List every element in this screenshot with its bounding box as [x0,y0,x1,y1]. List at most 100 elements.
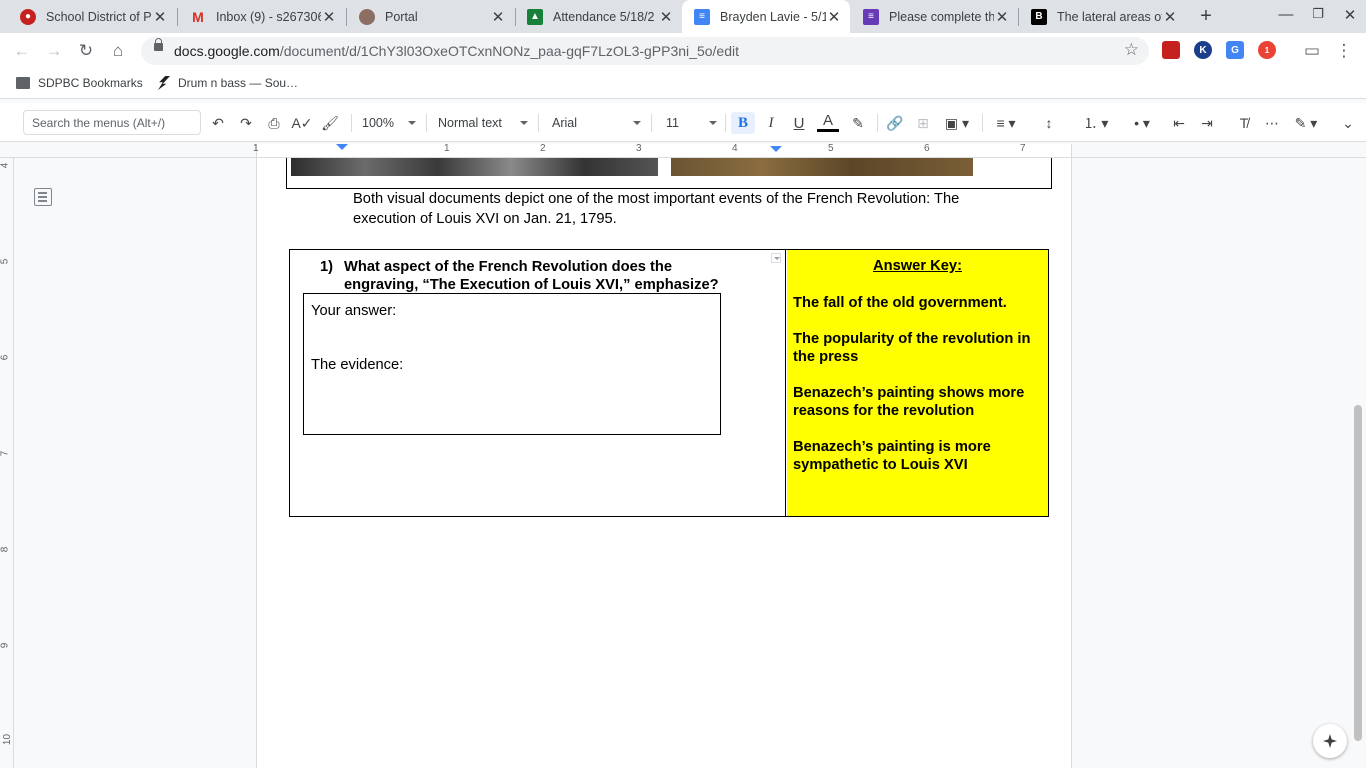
ruler-number: 3 [636,143,642,154]
book-extension-icon[interactable] [1162,41,1180,59]
home-icon[interactable]: ⌂ [107,40,129,62]
bookmark-sdpbc[interactable]: SDPBC Bookmarks [16,76,143,90]
restore-icon[interactable]: ❐ [1308,6,1328,22]
collapse-toolbar-icon[interactable]: ⌄ [1337,112,1359,134]
numbered-list-icon[interactable]: ⒈ ▾ [1078,112,1114,134]
right-indent-marker[interactable] [770,146,782,152]
search-menus-input[interactable]: Search the menus (Alt+/) [23,110,201,135]
tab-portal[interactable]: Portal ✕ [347,0,514,33]
tab-brayden-lavie[interactable]: ≡ Brayden Lavie - 5/1 ✕ [682,0,850,33]
bookmark-star-icon[interactable]: ☆ [1124,40,1139,60]
ruler-number: 4 [732,143,738,154]
document-page[interactable]: Both visual documents depict one of the … [256,158,1072,768]
question-text: 1) What aspect of the French Revolution … [320,258,750,294]
explore-button[interactable] [1313,724,1347,758]
bookmark-label: SDPBC Bookmarks [38,76,143,90]
gmail-icon: M [192,8,204,25]
tab-lateral-areas[interactable]: B The lateral areas of ✕ [1019,0,1186,33]
evidence-label: The evidence: [311,357,404,373]
answer-key-cell[interactable]: Answer Key: The fall of the old governme… [787,250,1048,516]
paragraph-style-select[interactable]: Normal text [438,112,528,134]
soundcloud-icon [158,76,170,90]
insert-link-icon[interactable]: 🔗 [884,112,906,134]
font-select[interactable]: Arial [552,112,641,134]
painting-image[interactable] [671,158,973,176]
ruler-number: 1 [444,143,450,154]
print-icon[interactable]: ⎙ [263,112,285,134]
answer-box[interactable]: Your answer: The evidence: [303,293,721,435]
paint-format-icon[interactable]: 🖌 [319,112,341,134]
bookmark-drum-n-bass[interactable]: Drum n bass — Sou… [158,76,298,90]
ruler-number: 10 [2,733,14,746]
close-icon[interactable]: ✕ [658,8,674,26]
chevron-down-icon [520,121,528,125]
clear-formatting-icon[interactable]: T̸ [1233,112,1255,134]
close-icon[interactable]: ✕ [826,8,842,26]
tab-title: Please complete th [889,9,994,24]
line-spacing-icon[interactable]: ↕ [1038,112,1060,134]
tab-school-district[interactable]: ● School District of P ✕ [8,0,176,33]
brainly-icon: B [1031,8,1047,25]
close-icon[interactable]: ✕ [994,8,1010,26]
spellcheck-icon[interactable]: A✓ [291,112,313,134]
font-size-select[interactable]: 11 [666,112,717,134]
address-bar[interactable]: docs.google.com/document/d/1ChY3l03OxeOT… [141,37,1149,65]
scrollbar-thumb[interactable] [1354,405,1362,741]
close-icon[interactable]: ✕ [490,8,506,26]
forward-icon[interactable]: → [43,40,65,62]
question-cell[interactable]: 1) What aspect of the French Revolution … [290,250,786,516]
underline-icon[interactable]: U [789,112,809,134]
text-color-icon[interactable]: A [817,112,839,132]
extension-icon[interactable]: 1 [1258,41,1276,59]
undo-icon[interactable]: ↶ [207,112,229,134]
kami-extension-icon[interactable]: K [1194,41,1212,59]
ruler-active-area [256,144,1072,157]
back-icon[interactable]: ← [11,40,33,62]
translate-extension-icon[interactable]: G [1226,41,1244,59]
more-icon[interactable]: ⋯ [1261,112,1283,134]
engraving-image[interactable] [291,158,658,176]
folder-icon [16,77,30,89]
toolbar-divider [651,114,652,132]
bold-icon[interactable]: B [731,112,755,134]
bulleted-list-icon[interactable]: • ▾ [1124,112,1160,134]
new-tab-icon[interactable]: + [1194,5,1218,29]
lock-icon[interactable] [154,38,163,51]
align-icon[interactable]: ≡ ▾ [990,112,1022,134]
document-outline-icon[interactable] [34,188,52,206]
reload-icon[interactable]: ↻ [75,40,97,62]
table-options-icon[interactable] [771,253,781,263]
close-icon[interactable]: ✕ [321,8,337,26]
close-icon[interactable]: ✕ [152,8,168,26]
menu-kebab-icon[interactable]: ⋮ [1333,40,1355,62]
editing-mode-icon[interactable]: ✎ ▾ [1289,112,1323,134]
indent-marker[interactable] [336,144,348,150]
vertical-ruler[interactable]: 4 5 6 7 8 9 10 [0,158,14,768]
tab-please-complete[interactable]: ≡ Please complete th ✕ [851,0,1018,33]
cast-icon[interactable]: ▭ [1301,40,1323,62]
ruler-number: 8 [0,546,11,553]
horizontal-ruler[interactable]: 1 1 2 3 4 5 6 7 [0,142,1366,158]
ruler-number: 6 [924,143,930,154]
minimize-icon[interactable]: — [1276,6,1296,23]
tab-attendance[interactable]: ▲ Attendance 5/18/2 ✕ [515,0,682,33]
tab-inbox[interactable]: M Inbox (9) - s267306 ✕ [178,0,345,33]
bookmark-label: Drum n bass — Sou… [178,76,299,90]
docs-icon: ≡ [694,8,710,25]
increase-indent-icon[interactable]: ⇥ [1196,112,1218,134]
insert-image-icon[interactable]: ▣ ▾ [940,112,974,134]
close-icon[interactable]: ✕ [1162,8,1178,26]
tab-title: Inbox (9) - s267306 [216,9,321,24]
ruler-number: 5 [828,143,834,154]
redo-icon[interactable]: ↷ [235,112,257,134]
add-comment-icon[interactable]: ⊞ [912,112,934,134]
toolbar-divider [538,114,539,132]
highlight-color-icon[interactable]: ✎ [847,112,869,134]
tab-title: Portal [385,9,418,24]
portal-icon [359,8,375,25]
tab-title: Brayden Lavie - 5/1 [720,9,826,24]
zoom-select[interactable]: 100% [362,112,416,134]
italic-icon[interactable]: I [761,112,781,134]
decrease-indent-icon[interactable]: ⇤ [1168,112,1190,134]
window-close-icon[interactable]: ✕ [1340,6,1360,24]
